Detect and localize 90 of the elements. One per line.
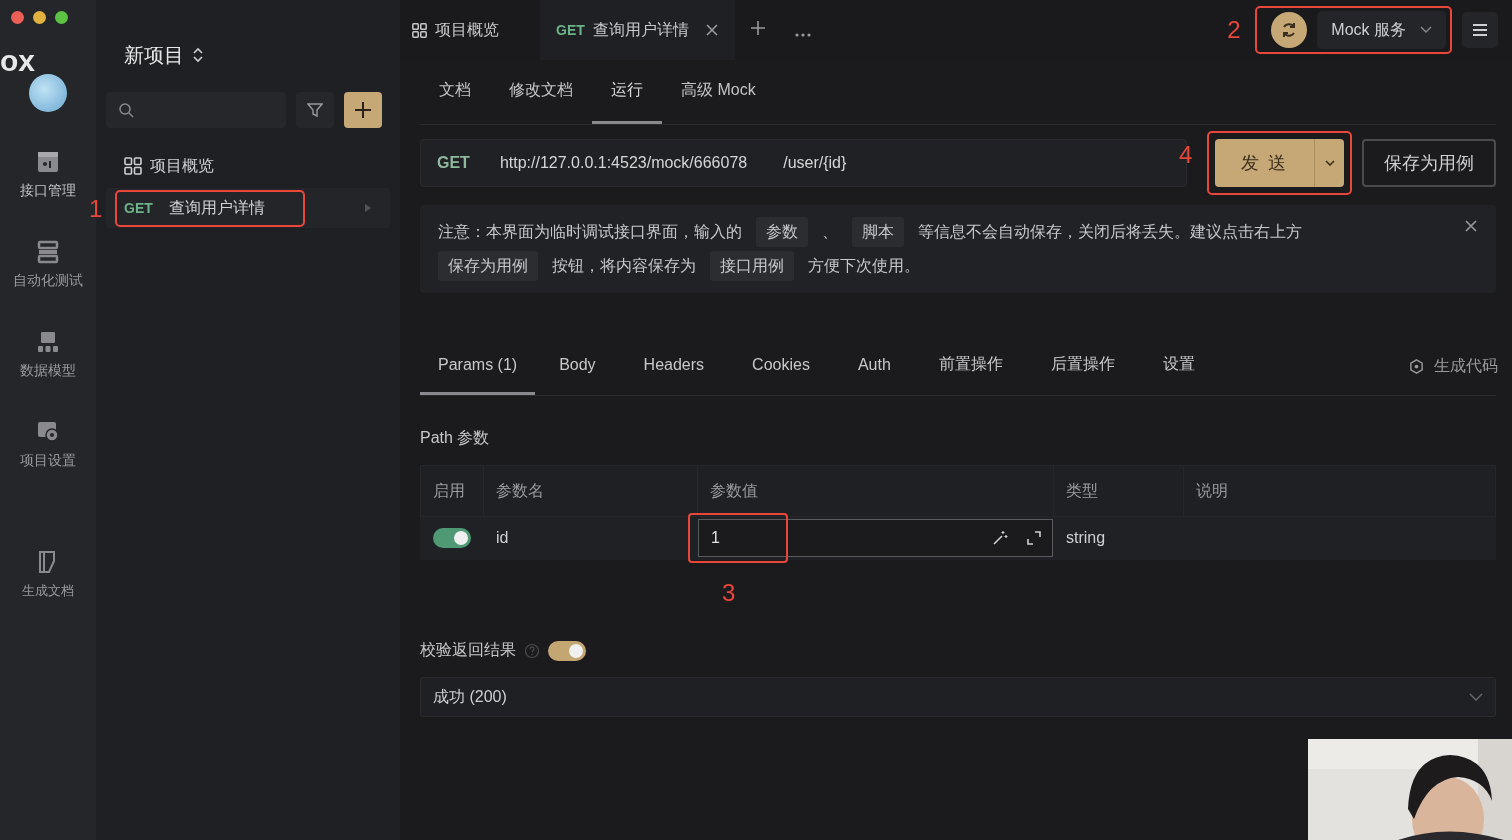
validate-label: 校验返回结果 [420, 640, 516, 660]
tab[interactable]: 文档 [420, 60, 490, 124]
url-path: /user/{id} [783, 154, 847, 172]
tab[interactable]: 前置操作 [914, 337, 1027, 395]
base-url: http://127.0.0.1:4523/mock/666078 [499, 154, 748, 172]
annotation-number: 3 [722, 579, 736, 607]
more-icon [794, 33, 811, 37]
column-header: 启用 [420, 465, 484, 517]
caret-icon [1324, 160, 1335, 166]
grid-icon [412, 22, 427, 38]
tab-label: 项目概览 [435, 19, 499, 40]
method-label: GET [437, 154, 470, 172]
endpoint-name: 查询用户详情 [168, 197, 265, 218]
value-field[interactable]: 1 [698, 519, 1053, 557]
notice-text: 注意：本界面为临时调试接口界面，输入的 [438, 222, 742, 242]
maximize-button[interactable] [55, 11, 68, 24]
tab[interactable]: 后置操作 [1026, 337, 1139, 395]
section-title: Path 参数 [420, 428, 491, 448]
tag: 保存为用例 [438, 251, 538, 281]
rail-item[interactable]: 接口管理 [20, 150, 76, 200]
generate-code-button[interactable]: 生成代码 [1409, 337, 1498, 395]
column-header: 类型 [1053, 465, 1184, 517]
filter-button[interactable] [296, 92, 334, 128]
filter-icon [307, 102, 323, 118]
plus-icon [748, 19, 767, 37]
rail-item[interactable]: 数据模型 [20, 330, 76, 380]
tab[interactable]: Cookies [728, 337, 834, 395]
add-button[interactable] [344, 92, 382, 128]
tab[interactable]: 设置 [1138, 337, 1219, 395]
tab[interactable]: 运行 [592, 60, 662, 124]
tab[interactable]: Auth [833, 337, 915, 395]
annotation-number: 2 [1227, 16, 1241, 44]
tab[interactable]: 高级 Mock [662, 60, 775, 124]
notice-text: 方便下次使用。 [808, 256, 920, 276]
tab[interactable]: GET 查询用户详情 [540, 0, 735, 60]
close-icon [1464, 219, 1478, 233]
project-name[interactable]: 新项目 [124, 41, 184, 69]
sort-icon[interactable] [192, 46, 204, 64]
close-icon[interactable] [704, 23, 719, 37]
enable-toggle[interactable] [433, 528, 471, 548]
tag: 接口用例 [710, 251, 794, 281]
tab[interactable]: 项目概览 [400, 0, 540, 60]
close-button[interactable] [11, 11, 24, 24]
stack-icon [36, 240, 60, 264]
refresh-button[interactable] [1271, 12, 1308, 48]
caret-icon [1469, 693, 1483, 701]
expand-icon[interactable] [1026, 530, 1042, 546]
magic-wand-icon[interactable] [992, 530, 1008, 546]
field-value: 1 [711, 529, 721, 547]
response-select[interactable]: 成功 (200) [420, 677, 1496, 717]
tab[interactable]: Params (1) [420, 337, 536, 395]
menu-icon [1472, 23, 1488, 37]
notice-text: 等信息不会自动保存，关闭后将丢失。建议点击右上方 [918, 222, 1302, 242]
minimize-button[interactable] [33, 11, 46, 24]
mock-dropdown[interactable]: Mock 服务 [1317, 11, 1446, 49]
annotation-number: 1 [89, 194, 103, 223]
rail-item[interactable]: 项目设置 [20, 420, 76, 470]
app-name: ox [0, 44, 35, 78]
table-cell: string [1053, 516, 1184, 560]
tag: 参数 [756, 217, 808, 247]
column-header: 参数名 [483, 465, 698, 517]
tree-item-label: 项目概览 [150, 155, 214, 176]
method-label: GET [124, 200, 153, 216]
hexagon-icon [1409, 358, 1424, 374]
avatar[interactable] [29, 74, 67, 112]
rail-item[interactable]: 生成文档 [22, 550, 74, 600]
tab-label: 查询用户详情 [592, 19, 689, 40]
tab[interactable]: Headers [619, 337, 729, 395]
plus-icon [354, 101, 372, 119]
grid-icon [124, 157, 142, 175]
method-label: GET [556, 22, 585, 38]
tab[interactable]: 修改文档 [490, 60, 592, 124]
notice-text: 、 [822, 222, 838, 242]
column-header: 参数值 [697, 465, 1054, 517]
tab[interactable]: Body [535, 337, 620, 395]
settings-icon [36, 420, 60, 444]
search-field[interactable] [106, 92, 286, 128]
rail-item[interactable]: 自动化测试 [13, 240, 83, 290]
tree-item[interactable]: 项目概览 [106, 146, 390, 186]
table-cell: id [483, 516, 698, 560]
tag: 脚本 [852, 217, 904, 247]
search-icon [118, 102, 134, 118]
menu-button[interactable] [1462, 12, 1498, 48]
column-header: 说明 [1183, 465, 1496, 517]
validate-toggle[interactable] [548, 640, 586, 661]
caret-icon [1420, 26, 1432, 34]
save-case-button[interactable]: 保存为用例 [1362, 139, 1496, 187]
notice-text: 按钮，将内容保存为 [552, 256, 696, 276]
hierarchy-icon [36, 330, 60, 354]
arrow-icon [364, 204, 372, 212]
